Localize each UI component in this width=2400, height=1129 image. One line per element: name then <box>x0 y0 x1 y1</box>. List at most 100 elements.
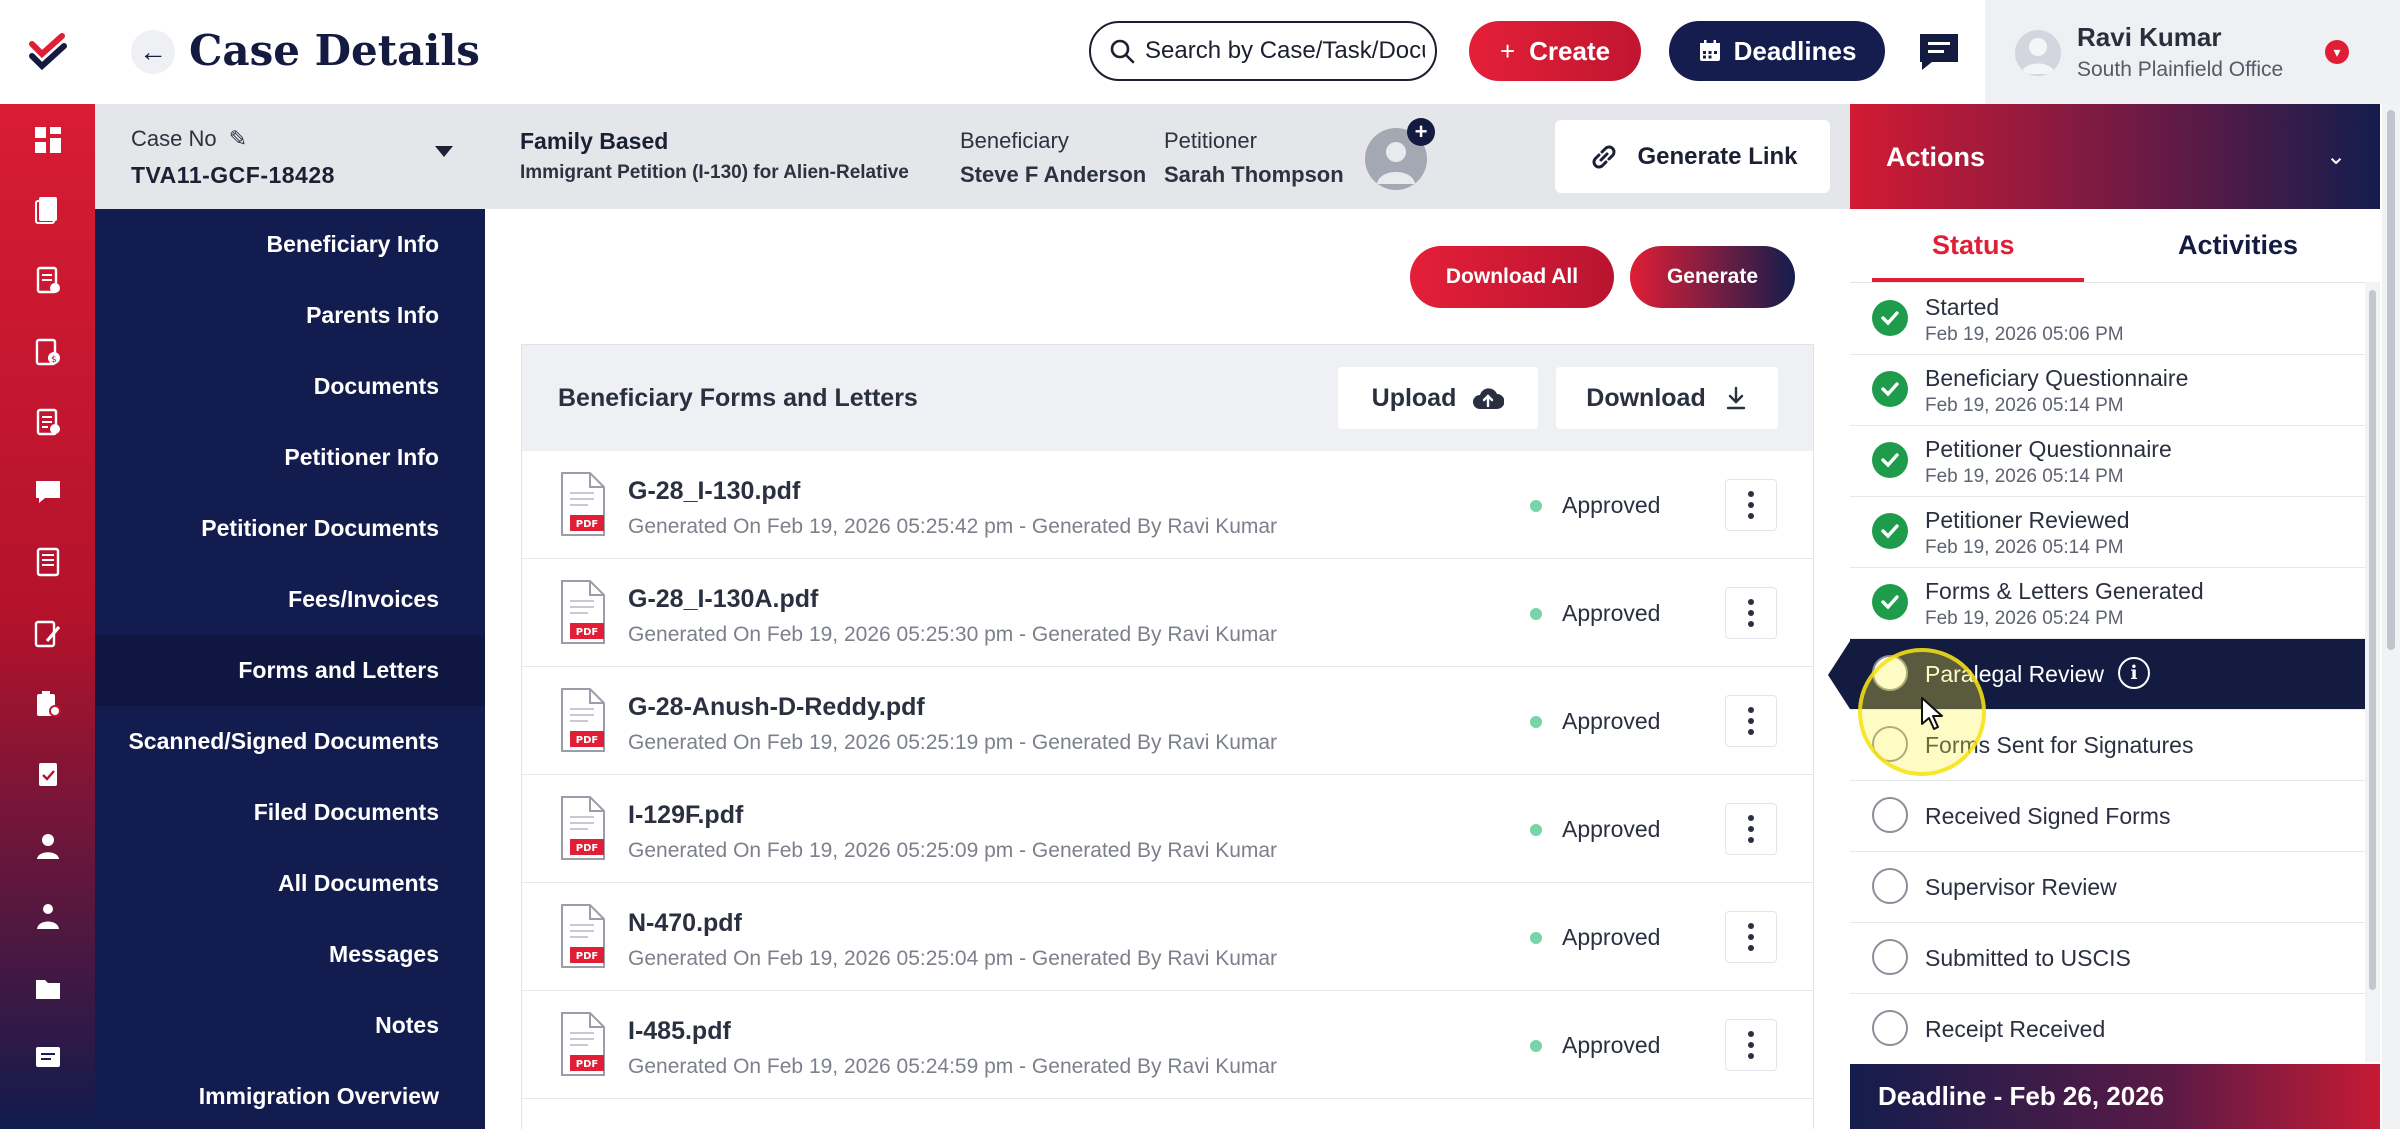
file-row[interactable]: PDF N-470.pdf Generated On Feb 19, 2026 05… <box>522 883 1813 991</box>
pdf-badge-text: PDF <box>576 843 598 854</box>
step-date: Feb 19, 2026 05:14 PM <box>1925 466 2124 487</box>
sidebar-item-notes[interactable]: Notes <box>95 990 485 1061</box>
chevron-down-icon[interactable]: ▾ <box>2325 40 2349 64</box>
sidebar-item-fees-invoices[interactable]: Fees/Invoices <box>95 564 485 635</box>
sidebar-item-petitioner-info[interactable]: Petitioner Info <box>95 422 485 493</box>
file-name[interactable]: I-129F.pdf <box>628 801 743 830</box>
chat-icon[interactable] <box>0 1028 95 1088</box>
check-circle-icon <box>1872 300 1908 336</box>
tab-activities[interactable]: Activities <box>2178 230 2298 261</box>
user-panel[interactable]: Ravi Kumar South Plainfield Office ▾ <box>1985 0 2400 104</box>
sidebar-item-scanned-signed-documents[interactable]: Scanned/Signed Documents <box>95 706 485 777</box>
more-options-button[interactable] <box>1725 479 1777 531</box>
status-step[interactable]: Supervisor Review <box>1850 852 2365 923</box>
empty-circle-icon[interactable] <box>1872 1010 1908 1046</box>
actions-scrollbar-thumb[interactable] <box>2369 290 2376 990</box>
sidebar-item-forms-and-letters[interactable]: Forms and Letters <box>95 635 485 706</box>
contacts-icon[interactable] <box>0 816 95 876</box>
folder-icon[interactable] <box>0 958 95 1018</box>
case-type: Family Based <box>520 128 669 154</box>
status-step[interactable]: Forms & Letters Generated Feb 19, 2026 05… <box>1850 568 2365 639</box>
notes-icon[interactable] <box>0 604 95 664</box>
file-name[interactable]: I-485.pdf <box>628 1017 731 1046</box>
file-row[interactable]: PDF I-129F.pdf Generated On Feb 19, 2026 0… <box>522 775 1813 883</box>
status-step[interactable]: Received Signed Forms <box>1850 781 2365 852</box>
messages-icon[interactable] <box>0 462 95 522</box>
file-name[interactable]: N-470.pdf <box>628 909 742 938</box>
messages-button[interactable] <box>1913 26 1965 78</box>
search-input[interactable] <box>1145 37 1425 65</box>
file-row[interactable]: PDF G-28_I-130A.pdf Generated On Feb 19, 2… <box>522 559 1813 667</box>
generate-button[interactable]: Generate <box>1630 246 1795 308</box>
forms-icon[interactable] <box>0 392 95 452</box>
actions-header[interactable]: Actions ⌄ <box>1850 104 2380 209</box>
download-button[interactable]: Download <box>1556 367 1778 429</box>
tasks-icon[interactable] <box>0 250 95 310</box>
more-options-button[interactable] <box>1725 695 1777 747</box>
status-step[interactable]: Paralegal Review i <box>1850 639 2365 710</box>
page-scrollbar[interactable] <box>2382 104 2400 1129</box>
chevron-down-icon[interactable]: ⌄ <box>2326 142 2346 171</box>
sidebar-item-filed-documents[interactable]: Filed Documents <box>95 777 485 848</box>
status-step[interactable]: Petitioner Reviewed Feb 19, 2026 05:14 PM <box>1850 497 2365 568</box>
empty-circle-icon[interactable] <box>1872 797 1908 833</box>
tab-status[interactable]: Status <box>1932 230 2015 261</box>
empty-circle-icon[interactable] <box>1872 939 1908 975</box>
page-scrollbar-thumb[interactable] <box>2387 110 2395 650</box>
file-row[interactable]: PDF I-485.pdf Generated On Feb 19, 2026 05… <box>522 991 1813 1099</box>
edit-pencil-icon[interactable]: ✎ <box>229 126 247 151</box>
status-step[interactable]: Submitted to USCIS <box>1850 923 2365 994</box>
download-all-button[interactable]: Download All <box>1410 246 1614 308</box>
sidebar-item-petitioner-documents[interactable]: Petitioner Documents <box>95 493 485 564</box>
search-box[interactable] <box>1089 21 1437 81</box>
sidebar-item-all-documents[interactable]: All Documents <box>95 848 485 919</box>
back-button[interactable]: ← <box>131 30 175 74</box>
pdf-badge-text: PDF <box>576 627 598 638</box>
upload-button[interactable]: Upload <box>1338 367 1538 429</box>
status-step[interactable]: Petitioner Questionnaire Feb 19, 2026 05:… <box>1850 426 2365 497</box>
add-assignee-icon[interactable]: + <box>1407 118 1435 146</box>
status-step[interactable]: Receipt Received <box>1850 994 2365 1065</box>
sidebar-item-beneficiary-info[interactable]: Beneficiary Info <box>95 209 485 280</box>
users-icon[interactable] <box>0 886 95 946</box>
status-step[interactable]: Beneficiary Questionnaire Feb 19, 2026 05… <box>1850 355 2365 426</box>
kebab-icon <box>1748 923 1754 929</box>
library-icon[interactable] <box>0 532 95 592</box>
invoices-icon[interactable]: $ <box>0 322 95 382</box>
cases-icon[interactable] <box>0 180 95 240</box>
sidebar-item-messages[interactable]: Messages <box>95 919 485 990</box>
more-options-button[interactable] <box>1725 911 1777 963</box>
app-logo[interactable] <box>0 0 95 104</box>
file-row[interactable]: PDF G-28-Anush-D-Reddy.pdf Generated On Fe… <box>522 667 1813 775</box>
user-office: South Plainfield Office <box>2077 58 2284 81</box>
sidebar-item-parents-info[interactable]: Parents Info <box>95 280 485 351</box>
create-button[interactable]: + Create <box>1469 21 1641 81</box>
empty-circle-icon[interactable] <box>1872 726 1908 762</box>
status-step[interactable]: Forms Sent for Signatures <box>1850 710 2365 781</box>
file-row[interactable]: PDF G-28_I-130.pdf Generated On Feb 19, 20… <box>522 451 1813 559</box>
actions-scrollbar[interactable] <box>2365 282 2380 1062</box>
deadlines-button[interactable]: Deadlines <box>1669 21 1885 81</box>
file-name[interactable]: G-28-Anush-D-Reddy.pdf <box>628 693 925 722</box>
clipboard-icon[interactable] <box>0 744 95 804</box>
info-icon[interactable]: i <box>2118 657 2150 689</box>
step-date: Feb 19, 2026 05:14 PM <box>1925 395 2124 416</box>
file-name[interactable]: G-28_I-130A.pdf <box>628 585 818 614</box>
case-dropdown-caret-icon[interactable] <box>435 146 453 157</box>
file-name[interactable]: G-28_I-130.pdf <box>628 477 800 506</box>
empty-circle-icon[interactable] <box>1872 868 1908 904</box>
dashboard-icon[interactable] <box>0 110 95 170</box>
more-options-button[interactable] <box>1725 1019 1777 1071</box>
status-step[interactable]: Started Feb 19, 2026 05:06 PM <box>1850 284 2365 355</box>
sidebar-item-documents[interactable]: Documents <box>95 351 485 422</box>
sidebar-item-immigration-overview[interactable]: Immigration Overview <box>95 1061 485 1129</box>
generate-link-button[interactable]: Generate Link <box>1555 120 1830 193</box>
pdf-file-icon: PDF <box>561 796 605 860</box>
pdf-badge-text: PDF <box>576 1059 598 1070</box>
more-options-button[interactable] <box>1725 587 1777 639</box>
sidebar-item-label: Petitioner Documents <box>201 515 439 541</box>
user-avatar <box>2015 30 2061 76</box>
more-options-button[interactable] <box>1725 803 1777 855</box>
empty-circle-icon[interactable] <box>1872 655 1908 691</box>
reports-icon[interactable] <box>0 674 95 734</box>
